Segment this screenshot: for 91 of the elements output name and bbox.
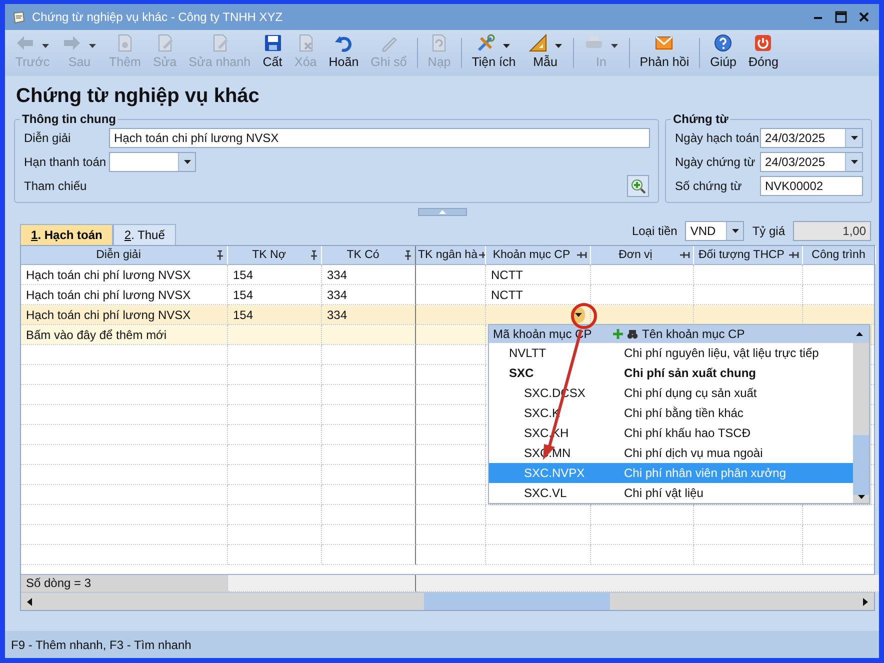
new-row-prompt xyxy=(416,325,486,345)
caret-icon xyxy=(41,43,50,49)
save-icon xyxy=(262,33,283,53)
list-item[interactable]: SXC.VL Chi phí vật liệu xyxy=(489,483,853,503)
table-cell xyxy=(416,405,486,425)
toolbar-button[interactable]: Phản hồi xyxy=(634,30,694,76)
tab[interactable]: 2. Thuế xyxy=(113,224,176,245)
window-title: Chứng từ nghiệp vụ khác - Công ty TNHH XYZ xyxy=(32,10,284,24)
text-field[interactable]: Hạch toán chi phí lương NVSX xyxy=(109,128,650,148)
scroll-thumb[interactable] xyxy=(853,435,869,495)
table-cell: NCTT xyxy=(486,265,591,285)
table-cell xyxy=(416,525,486,545)
collapse-handle[interactable] xyxy=(418,208,467,216)
group-title: Thông tin chung xyxy=(21,112,117,126)
power-icon xyxy=(753,33,774,53)
table-cell xyxy=(416,445,486,465)
toolbar-button[interactable]: Tiện ích xyxy=(466,30,521,76)
vertical-scrollbar[interactable] xyxy=(853,343,869,503)
column-header[interactable]: Công trình xyxy=(803,246,876,265)
field-label: Tỷ giá xyxy=(752,224,785,238)
list-item[interactable]: NVLTT Chi phí nguyên liệu, vật liệu trực tiếp xyxy=(489,343,853,363)
column-header[interactable]: TK Nợ xyxy=(228,246,322,265)
row-count: Số dòng = 3 xyxy=(21,575,228,592)
toolbar-button[interactable]: Mẫu xyxy=(522,30,568,76)
caret-icon xyxy=(610,43,619,49)
scroll-right-icon xyxy=(863,598,868,606)
toolbar-button[interactable]: Giúp xyxy=(705,30,742,76)
table-cell xyxy=(416,265,486,285)
list-item[interactable]: SXC Chi phí sản xuất chung xyxy=(489,363,853,383)
table-cell xyxy=(416,545,486,565)
dropdown-arrow-icon xyxy=(574,312,582,318)
table-cell: 154 xyxy=(228,265,322,285)
dropdown-arrow-icon xyxy=(850,159,858,165)
field-label: Hạn thanh toán xyxy=(24,155,108,169)
field-label: Loại tiền xyxy=(632,224,678,238)
field-label: Tham chiếu xyxy=(24,179,88,193)
horizontal-scrollbar[interactable] xyxy=(21,592,874,610)
scroll-up-icon xyxy=(856,332,863,336)
column-header[interactable]: Đối tượng THCP xyxy=(694,246,803,265)
combo-box[interactable]: 24/03/2025 xyxy=(760,128,863,148)
table-cell xyxy=(416,425,486,445)
caret-icon xyxy=(88,43,97,49)
column-header[interactable]: Tên khoản mục CP xyxy=(642,327,852,341)
dropdown-arrow-icon xyxy=(730,228,740,234)
text-field[interactable]: NVK00002 xyxy=(760,176,863,196)
document-icon xyxy=(12,10,26,24)
binoculars-icon xyxy=(627,330,638,338)
add-search-icon xyxy=(630,178,646,194)
caret-icon xyxy=(502,43,512,49)
tab[interactable]: 1. Hạch toán xyxy=(20,224,114,245)
toolbar-button[interactable]: Cất xyxy=(258,30,288,76)
table-cell xyxy=(416,365,486,385)
scroll-left-icon xyxy=(27,598,32,606)
combo-box[interactable]: VND xyxy=(685,221,744,241)
column-header[interactable]: TK ngân hà xyxy=(416,246,486,265)
field-label: Ngày hạch toán xyxy=(675,131,760,145)
new-row-prompt: Bấm vào đây để thêm mới xyxy=(21,325,228,345)
add-lookup-button[interactable] xyxy=(627,175,649,197)
table-cell xyxy=(416,505,486,525)
caret-icon xyxy=(554,43,563,49)
dropdown-arrow-icon xyxy=(850,135,858,141)
up-arrow-icon xyxy=(439,210,446,214)
column-header[interactable]: Đơn vị xyxy=(591,246,694,265)
table-cell xyxy=(416,465,486,485)
table-cell: 334 xyxy=(322,265,416,285)
add-icon xyxy=(613,329,623,339)
field-label: Diễn giải xyxy=(24,131,72,145)
page-heading: Chứng từ nghiệp vụ khác xyxy=(16,85,260,108)
dropdown-arrow-icon xyxy=(182,159,192,165)
status-bar-text: F9 - Thêm nhanh, F3 - Tìm nhanh xyxy=(5,631,879,658)
maximize-icon xyxy=(835,11,847,23)
combo-box[interactable]: 24/03/2025 xyxy=(760,152,863,172)
tools-icon xyxy=(476,33,496,53)
toolbar-button[interactable]: Hoãn xyxy=(324,30,364,76)
column-header[interactable]: TK Có xyxy=(322,246,416,265)
ruler-triangle-icon xyxy=(528,33,548,53)
group-title: Chứng từ xyxy=(672,112,730,126)
table-cell xyxy=(416,385,486,405)
field-label: Ngày chứng từ xyxy=(675,155,756,169)
table-cell: Hạch toán chi phí lương NVSX xyxy=(21,265,228,285)
column-header[interactable]: Khoản mục CP xyxy=(486,246,591,265)
right-arrow-icon xyxy=(62,33,82,53)
column-header[interactable]: Diễn giải xyxy=(21,246,228,265)
toolbar-button[interactable]: Đóng xyxy=(744,30,784,76)
help-icon xyxy=(713,33,734,53)
highlight-circle xyxy=(570,302,598,330)
scroll-thumb[interactable] xyxy=(424,593,610,610)
combo-box[interactable] xyxy=(109,152,196,172)
close-icon xyxy=(859,12,869,22)
field-label: Số chứng từ xyxy=(675,179,743,193)
table-cell xyxy=(416,345,486,365)
